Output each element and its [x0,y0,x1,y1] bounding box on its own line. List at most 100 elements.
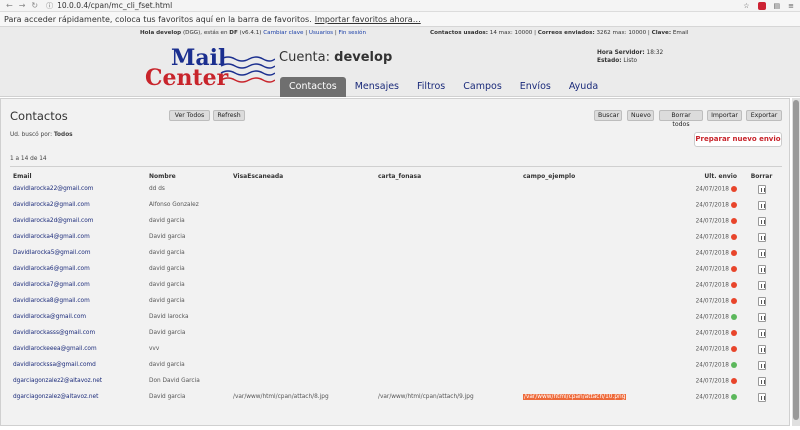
visa-value [233,181,378,197]
carta-value [378,245,523,261]
tab-campos[interactable]: Campos [454,77,511,97]
ult-envio-date: 24/07/2018 [695,186,729,193]
reader-icon[interactable]: ▤ [774,2,781,10]
page-scrollbar[interactable] [792,98,800,426]
trash-icon[interactable] [757,200,766,210]
refresh-button[interactable]: Refresh [213,110,245,121]
divider [10,166,782,167]
nuevo-button[interactable]: Nuevo [627,110,654,121]
borrar-todos-button[interactable]: Borrar todos [659,110,703,128]
contact-name: david garcia [149,218,185,224]
buscar-button[interactable]: Buscar [594,110,622,121]
ult-envio-date: 24/07/2018 [695,346,729,353]
header-campo[interactable]: campo_ejemplo [523,171,663,181]
tab-filtros[interactable]: Filtros [408,77,454,97]
contact-email-link[interactable]: davidlarockasss@gmail.com [10,325,149,341]
menu-icon[interactable]: ≡ [788,2,794,10]
status-red-icon [731,281,737,288]
url-input[interactable]: 10.0.0.4/cpan/mc_cli_fset.html [57,1,172,10]
contact-email-link[interactable]: davidlarocka7@gmail.com [10,277,149,293]
carta-value [378,261,523,277]
contact-email-link[interactable]: davidlarocka@gmail.com [10,309,149,325]
campo-cell [523,309,663,325]
trash-icon[interactable] [757,376,766,386]
contacts-panel: Contactos Ver Todos Refresh Buscar Nuevo… [0,98,790,426]
tab-envios[interactable]: Envíos [511,77,560,97]
table-row: davidlarocka2d@gmail.com david garcia 24/0… [10,213,782,229]
ult-envio-cell: 24/07/2018 [663,357,741,373]
contact-email-link[interactable]: davidlarocka8@gmail.com [10,293,149,309]
trash-icon[interactable] [757,232,766,242]
server-time-label: Hora Servidor: [597,50,645,56]
contact-name: David garcia [149,330,186,336]
contact-email-link[interactable]: davidlarocka2@gmail.com [10,197,149,213]
trash-icon[interactable] [757,312,766,322]
change-password-link[interactable]: Cambiar clave [263,30,303,36]
trash-icon[interactable] [757,392,766,402]
ult-envio-date: 24/07/2018 [695,378,729,385]
server-state-value: Listo [623,58,638,64]
tab-ayuda[interactable]: Ayuda [560,77,607,97]
carta-value: /var/www/html/cpan/attach/9.jpg [378,394,474,400]
users-link[interactable]: Usuarios [309,30,333,36]
extension-icon[interactable] [757,1,766,10]
ver-todos-button[interactable]: Ver Todos [169,110,210,121]
header-email[interactable]: Email [10,171,149,181]
contact-email-link[interactable]: davidlarocka2d@gmail.com [10,213,149,229]
carta-value [378,373,523,389]
header-visa[interactable]: VisaEscaneada [233,171,378,181]
contact-email-link[interactable]: dgarciagonzalez2@altavoz.net [10,373,149,389]
contact-email-link[interactable]: davidlarocka22@gmail.com [10,181,149,197]
mailcenter-logo: Mail Center [145,45,275,95]
contact-name: Alfonso Gonzalez [149,202,199,208]
ult-envio-cell: 24/07/2018 [663,213,741,229]
trash-icon[interactable] [757,264,766,274]
trash-icon[interactable] [757,216,766,226]
carta-value [378,309,523,325]
status-red-icon [731,345,737,352]
trash-icon[interactable] [757,248,766,258]
contact-email-link[interactable]: Davidlarocka5@gmail.com [10,245,149,261]
contact-email-link[interactable]: davidlarocka4@gmail.com [10,229,149,245]
status-red-icon [731,377,737,384]
trash-icon[interactable] [757,184,766,194]
header-nombre[interactable]: Nombre [149,171,233,181]
tab-contactos[interactable]: Contactos [280,77,346,97]
reload-icon[interactable]: ↻ [31,1,38,10]
header-carta[interactable]: carta_fonasa [378,171,523,181]
header-ult-envio[interactable]: Ult. envio [663,171,741,181]
info-icon[interactable]: ⓘ [46,1,53,11]
import-bookmarks-link[interactable]: Importar favoritos ahora… [315,15,421,24]
borrar-cell [741,341,782,357]
trash-icon[interactable] [757,344,766,354]
contact-email-link[interactable]: davidlarockeeea@gmail.com [10,341,149,357]
borrar-cell [741,389,782,405]
scrollbar-thumb[interactable] [793,100,799,420]
ult-envio-date: 24/07/2018 [695,362,729,369]
trash-icon[interactable] [757,328,766,338]
top-info-line: Hola develop (DGG), estás en DF (v6.4.1)… [0,30,800,40]
exportar-button[interactable]: Exportar [746,110,782,121]
trash-icon[interactable] [757,296,766,306]
account-title: Cuenta: develop [279,50,392,65]
trash-icon[interactable] [757,360,766,370]
contact-email-link[interactable]: davidlarockssa@gmail.comd [10,357,149,373]
tab-mensajes[interactable]: Mensajes [346,77,408,97]
greeting-detail: (DGG), estás en [182,30,228,36]
table-row: davidlarocka6@gmail.com david garcia 24/07… [10,261,782,277]
forward-icon[interactable]: → [19,1,26,10]
back-icon[interactable]: ← [6,1,13,10]
app-header: Hola develop (DGG), estás en DF (v6.4.1)… [0,27,800,97]
importar-button[interactable]: Importar [707,110,742,121]
contact-email-link[interactable]: dgarciagonzalez@altavoz.net [10,389,149,405]
logout-link[interactable]: Fin sesión [339,30,366,36]
star-icon[interactable]: ☆ [743,2,749,10]
preparar-envio-button[interactable]: Preparar nuevo envio [694,132,782,147]
contact-name: david garcia [149,266,185,272]
trash-icon[interactable] [757,280,766,290]
table-row: dgarciagonzalez@altavoz.net David garcia /… [10,389,782,405]
carta-value [378,181,523,197]
key-value: Email [672,30,689,36]
contact-email-link[interactable]: davidlarocka6@gmail.com [10,261,149,277]
carta-value [378,325,523,341]
